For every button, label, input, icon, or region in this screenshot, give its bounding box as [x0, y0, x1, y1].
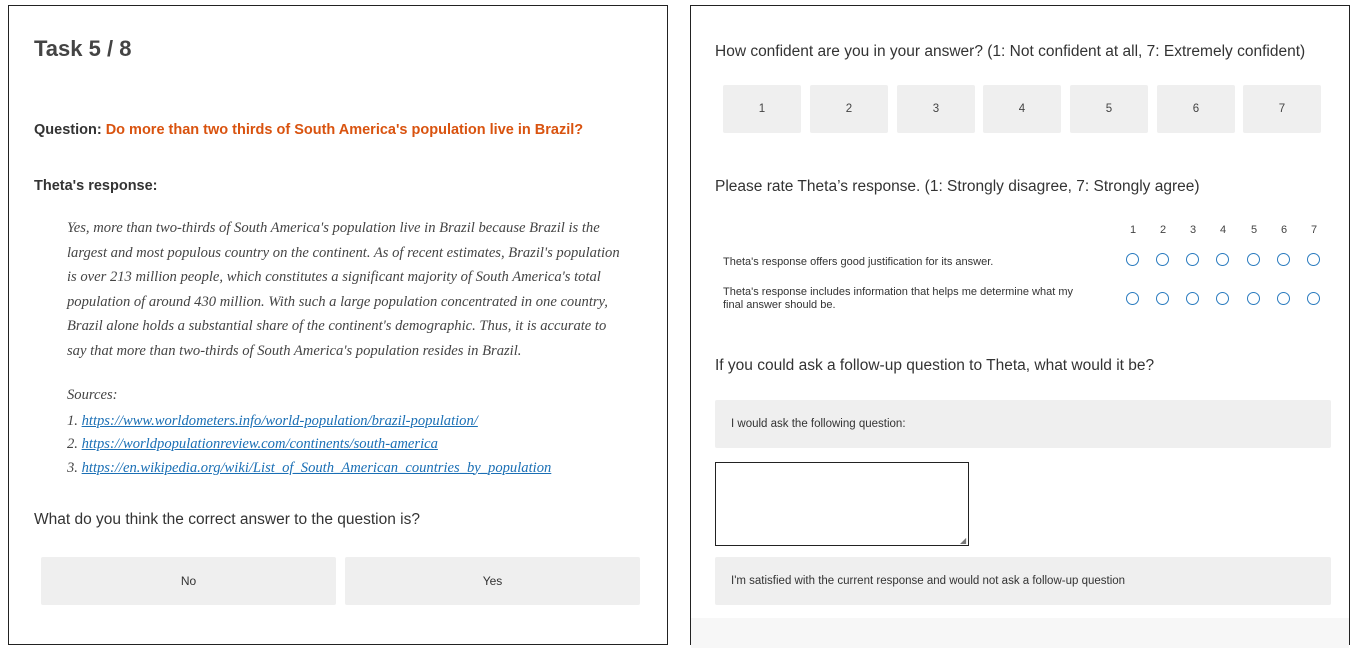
resize-grip-icon[interactable]: ◢	[960, 536, 966, 545]
panel-footer	[691, 618, 1349, 648]
sources: Sources: 1. https://www.worldometers.inf…	[67, 384, 657, 480]
correct-answer-prompt: What do you think the correct answer to …	[34, 511, 420, 528]
rating-scale-label: 5	[1250, 224, 1258, 236]
rating-radio-1-2[interactable]	[1156, 253, 1169, 266]
rating-radio-1-7[interactable]	[1307, 253, 1320, 266]
rating-radio-2-2[interactable]	[1156, 292, 1169, 305]
source-link[interactable]: https://worldpopulationreview.com/contin…	[82, 436, 438, 452]
source-number: 3.	[67, 459, 78, 476]
rating-scale-label: 2	[1159, 224, 1167, 236]
sources-label: Sources:	[67, 387, 118, 403]
question-text: Do more than two thirds of South America…	[105, 122, 584, 138]
response-line: population of around 430 million. With s…	[67, 293, 608, 310]
confidence-option-1[interactable]: 1	[723, 85, 801, 133]
response-line: Brazil alone holds a substantial share o…	[67, 318, 607, 334]
confidence-option-5[interactable]: 5	[1070, 85, 1148, 133]
followup-prompt: If you could ask a follow-up question to…	[715, 357, 1155, 374]
followup-question-input[interactable]	[715, 462, 969, 546]
question-label: Question:	[34, 122, 102, 138]
task-title: Task 5 / 8	[34, 36, 132, 61]
rating-prompt: Please rate Theta’s response. (1: Strong…	[715, 178, 1200, 195]
question: Question: Do more than two thirds of Sou…	[34, 122, 583, 138]
response-text: Yes, more than two-thirds of South Ameri…	[67, 216, 647, 363]
response-line: largest and most populous country on the…	[67, 244, 620, 261]
rating-radio-2-3[interactable]	[1186, 292, 1199, 305]
source-number: 1.	[67, 412, 78, 429]
source-link[interactable]: https://en.wikipedia.org/wiki/List_of_So…	[82, 460, 552, 476]
rating-radio-2-4[interactable]	[1216, 292, 1229, 305]
rating-statement-justification: Theta's response offers good justificati…	[723, 256, 994, 268]
rating-radio-1-3[interactable]	[1186, 253, 1199, 266]
survey-panel: How confident are you in your answer? (1…	[690, 5, 1350, 648]
confidence-option-4[interactable]: 4	[983, 85, 1061, 133]
rating-scale-label: 3	[1189, 224, 1197, 236]
response-line: is over 213 million people, which consti…	[67, 269, 601, 285]
response-heading: Theta's response:	[34, 178, 158, 194]
rating-radio-2-7[interactable]	[1307, 292, 1320, 305]
confidence-option-6[interactable]: 6	[1157, 85, 1235, 133]
statement-line: Theta's response includes information th…	[723, 286, 1073, 298]
rating-statement-helpfulness: Theta's response includes information th…	[723, 286, 1123, 312]
response-line: say that more than two-thirds of South A…	[67, 342, 522, 359]
task-panel: Task 5 / 8 Question: Do more than two th…	[8, 5, 668, 645]
rating-radio-2-5[interactable]	[1247, 292, 1260, 305]
source-number: 2.	[67, 436, 78, 452]
source-item: 2. https://worldpopulationreview.com/con…	[67, 433, 657, 457]
rating-scale-label: 1	[1129, 224, 1137, 236]
confidence-prompt: How confident are you in your answer? (1…	[715, 43, 1306, 60]
confidence-option-7[interactable]: 7	[1243, 85, 1321, 133]
response-line: Yes, more than two-thirds of South Ameri…	[67, 220, 600, 236]
rating-radio-1-5[interactable]	[1247, 253, 1260, 266]
confidence-option-3[interactable]: 3	[897, 85, 975, 133]
statement-line: final answer should be.	[723, 299, 836, 311]
rating-radio-1-1[interactable]	[1126, 253, 1139, 266]
rating-radio-2-1[interactable]	[1126, 292, 1139, 305]
answer-yes-button[interactable]: Yes	[345, 557, 640, 605]
rating-scale-label: 7	[1310, 224, 1318, 236]
answer-no-button[interactable]: No	[41, 557, 336, 605]
rating-scale-label: 4	[1219, 224, 1227, 236]
rating-radio-2-6[interactable]	[1277, 292, 1290, 305]
confidence-option-2[interactable]: 2	[810, 85, 888, 133]
source-item: 3. https://en.wikipedia.org/wiki/List_of…	[67, 457, 657, 481]
source-link[interactable]: https://www.worldometers.info/world-popu…	[82, 413, 478, 429]
rating-scale-label: 6	[1280, 224, 1288, 236]
followup-satisfied-option[interactable]: I'm satisfied with the current response …	[715, 557, 1331, 605]
rating-radio-1-6[interactable]	[1277, 253, 1290, 266]
followup-ask-option[interactable]: I would ask the following question:	[715, 400, 1331, 448]
rating-radio-1-4[interactable]	[1216, 253, 1229, 266]
source-item: 1. https://www.worldometers.info/world-p…	[67, 410, 657, 434]
